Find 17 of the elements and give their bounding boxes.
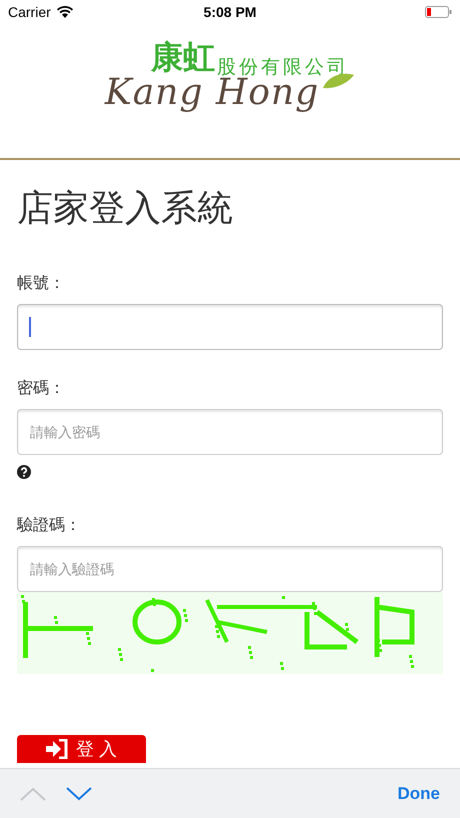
captcha-field[interactable]: 請輸入驗證碼 [17, 546, 443, 592]
field-label: 驗證碼： [17, 516, 82, 536]
login-button[interactable]: 登 入 [17, 735, 146, 763]
done-button[interactable]: Done [398, 784, 440, 804]
field-label: 密碼： [17, 378, 66, 399]
account-field[interactable] [17, 304, 443, 350]
logo-brand-chinese: 康虹 [151, 38, 215, 77]
sign-in-icon [46, 739, 68, 759]
status-time: 5:08 PM [204, 4, 256, 20]
wifi-icon [56, 6, 73, 18]
field-label: 帳號： [17, 274, 66, 294]
help-icon[interactable] [17, 465, 31, 479]
next-field-button[interactable] [66, 786, 92, 800]
page-title: 店家登入系統 [17, 186, 234, 230]
carrier-name: Carrier [8, 4, 51, 20]
password-field[interactable]: 請輸入密碼 [17, 409, 443, 455]
battery-icon [424, 6, 452, 18]
